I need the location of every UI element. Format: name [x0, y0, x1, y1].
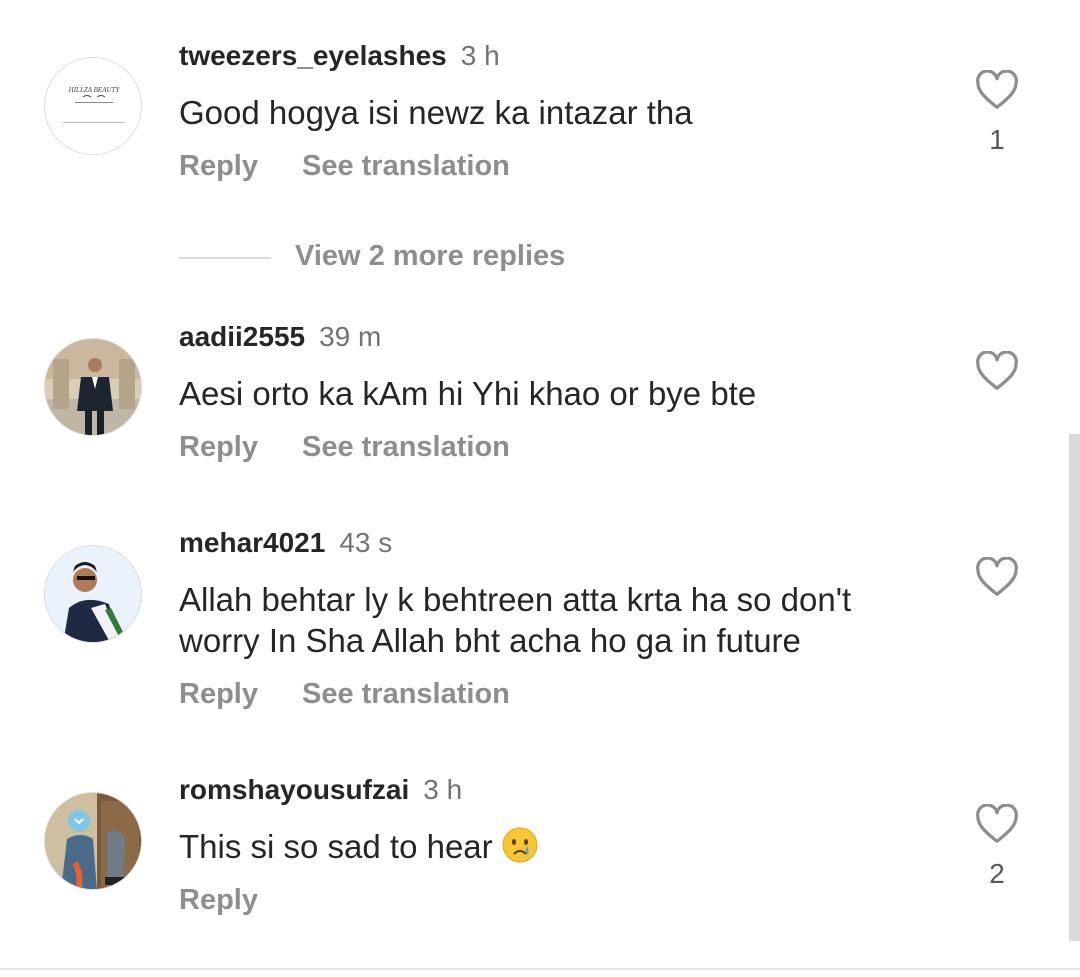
comment-username[interactable]: romshayousufzai 3 h [179, 774, 462, 806]
reply-button[interactable]: Reply [179, 431, 258, 464]
comment-actions: Reply See translation [179, 678, 510, 711]
reply-button[interactable]: Reply [179, 150, 258, 183]
comment-time: 3 h [460, 40, 500, 71]
comment-username[interactable]: aadii2555 39 m [179, 321, 381, 353]
username-text[interactable]: aadii2555 [179, 321, 305, 352]
comment-text-line: worry In Sha Allah bht acha ho ga in fut… [179, 622, 801, 659]
like-count: 2 [989, 858, 1005, 889]
username-text[interactable]: mehar4021 [179, 527, 325, 558]
avatar[interactable]: HILLZA BEAUTY [44, 57, 142, 155]
like-button[interactable] [975, 804, 1019, 844]
username-text[interactable]: romshayousufzai [179, 774, 409, 805]
avatar-logo-text: HILLZA BEAUTY [68, 86, 121, 94]
like-button[interactable] [975, 351, 1019, 391]
divider [0, 968, 1080, 970]
comment-actions: Reply See translation [179, 150, 510, 183]
avatar-photo [45, 793, 141, 889]
like-button[interactable] [975, 70, 1019, 110]
comment-actions: Reply [179, 884, 258, 917]
comment-username[interactable]: tweezers_eyelashes 3 h [179, 40, 500, 72]
view-more-replies-label[interactable]: View 2 more replies [295, 240, 565, 273]
avatar-logo-image: HILLZA BEAUTY [45, 58, 141, 154]
crying-face-emoji-icon [501, 826, 539, 873]
avatar[interactable] [44, 545, 142, 643]
like-button[interactable] [975, 557, 1019, 597]
avatar[interactable] [44, 792, 142, 890]
comment-text: Allah behtar ly k behtreen atta krta ha … [179, 579, 939, 661]
heart-icon[interactable] [975, 351, 1019, 391]
avatar[interactable] [44, 338, 142, 436]
comment-username[interactable]: mehar4021 43 s [179, 527, 392, 559]
heart-icon[interactable] [975, 70, 1019, 110]
avatar-photo [45, 339, 141, 435]
comment-text-content: This si so sad to hear [179, 828, 493, 865]
comment-text-line: Allah behtar ly k behtreen atta krta ha … [179, 581, 852, 618]
heart-icon[interactable] [975, 557, 1019, 597]
see-translation-button[interactable]: See translation [302, 678, 510, 711]
divider [179, 257, 271, 259]
comment-time: 39 m [319, 321, 382, 352]
reply-button[interactable]: Reply [179, 678, 258, 711]
heart-icon[interactable] [975, 804, 1019, 844]
see-translation-button[interactable]: See translation [302, 431, 510, 464]
reply-button[interactable]: Reply [179, 884, 258, 917]
comment-text: This si so sad to hear [179, 826, 939, 873]
comment-text: Good hogya isi newz ka intazar tha [179, 94, 693, 131]
comment-actions: Reply See translation [179, 431, 510, 464]
username-text[interactable]: tweezers_eyelashes [179, 40, 447, 71]
scrollbar[interactable] [1069, 434, 1080, 941]
see-translation-button[interactable]: See translation [302, 150, 510, 183]
like-count: 1 [989, 124, 1005, 155]
avatar-photo [45, 546, 141, 642]
comment-time: 3 h [423, 774, 463, 805]
comment-time: 43 s [339, 527, 393, 558]
comment-text: Aesi orto ka kAm hi Yhi khao or bye bte [179, 375, 757, 412]
